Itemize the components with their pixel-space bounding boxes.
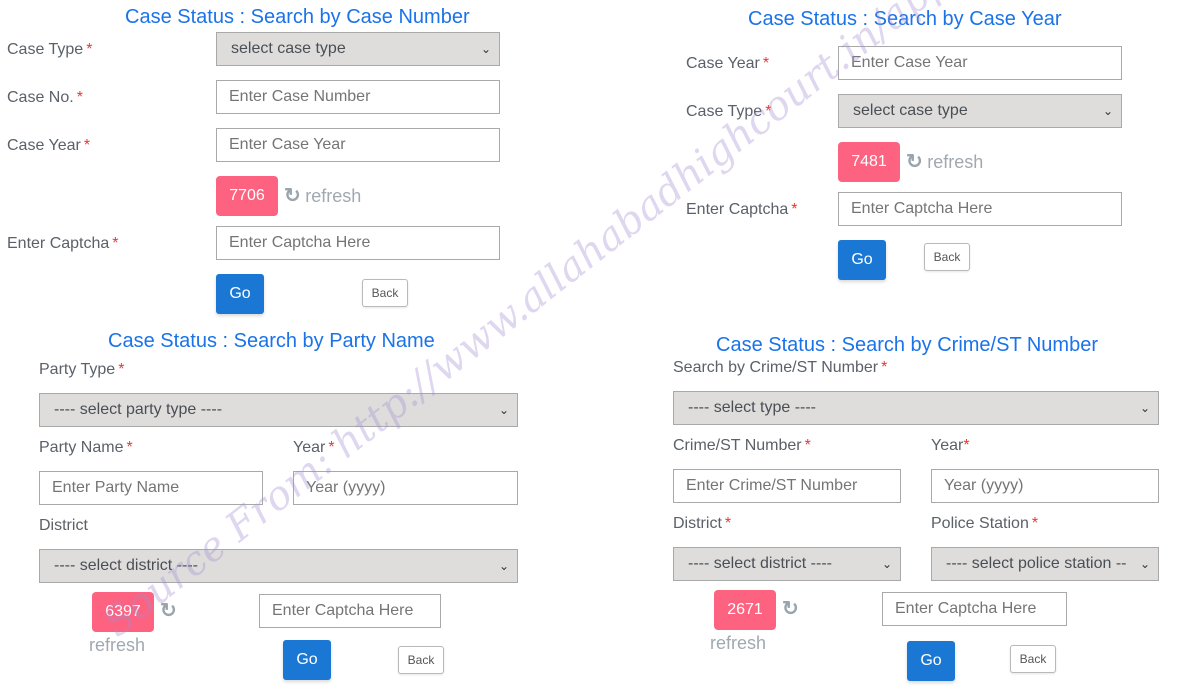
crime-number-label: Crime/ST Number * <box>673 437 811 454</box>
case-type-select[interactable]: select case type ⌄ <box>216 32 500 66</box>
case-number-input[interactable] <box>216 80 500 114</box>
chevron-down-icon: ⌄ <box>498 559 509 573</box>
panel-title: Case Status : Search by Party Name <box>108 330 435 352</box>
captcha-input[interactable] <box>882 592 1067 626</box>
back-button[interactable]: Back <box>362 279 408 307</box>
district-select[interactable]: ---- select district ---- ⌄ <box>39 549 518 583</box>
back-button[interactable]: Back <box>1010 645 1056 673</box>
case-year-input[interactable] <box>216 128 500 162</box>
police-station-label: Police Station * <box>931 515 1039 532</box>
party-type-label: Party Type * <box>39 361 125 378</box>
party-name-input[interactable] <box>39 471 263 505</box>
captcha-code: 7706 <box>216 176 278 216</box>
captcha-code: 7481 <box>838 142 900 182</box>
type-select[interactable]: ---- select type ---- ⌄ <box>673 391 1159 425</box>
refresh-icon[interactable]: ↻ <box>782 596 799 621</box>
chevron-down-icon: ⌄ <box>480 42 491 56</box>
chevron-down-icon: ⌄ <box>1139 401 1150 415</box>
refresh-icon: ↻ <box>284 185 301 207</box>
captcha-input[interactable] <box>216 226 500 260</box>
year-label: Year* <box>931 437 970 454</box>
party-type-select[interactable]: ---- select party type ---- ⌄ <box>39 393 518 427</box>
case-type-select[interactable]: select case type ⌄ <box>838 94 1122 128</box>
back-button[interactable]: Back <box>924 243 970 271</box>
go-button[interactable]: Go <box>907 641 955 681</box>
police-station-select[interactable]: ---- select police station -- ⌄ <box>931 547 1159 581</box>
panel-title: Case Status : Search by Case Year <box>748 8 1062 30</box>
chevron-down-icon: ⌄ <box>1102 104 1113 118</box>
case-no-label: Case No. * <box>7 89 83 106</box>
case-type-label: Case Type * <box>7 41 93 58</box>
refresh-icon[interactable]: ↻ <box>160 598 177 623</box>
district-label: District <box>39 517 88 534</box>
go-button[interactable]: Go <box>216 274 264 314</box>
party-name-label: Party Name * <box>39 439 133 456</box>
case-type-label: Case Type * <box>686 103 772 120</box>
year-label: Year* <box>293 439 335 456</box>
refresh-icon: ↻ <box>906 151 923 173</box>
year-input[interactable] <box>293 471 518 505</box>
go-button[interactable]: Go <box>283 640 331 680</box>
search-by-label: Search by Crime/ST Number * <box>673 359 888 376</box>
captcha-code: 2671 <box>714 590 776 630</box>
panel-title: Case Status : Search by Crime/ST Number <box>716 334 1098 356</box>
year-input[interactable] <box>931 469 1159 503</box>
captcha-input[interactable] <box>838 192 1122 226</box>
chevron-down-icon: ⌄ <box>881 557 892 571</box>
captcha-label: Enter Captcha * <box>686 201 798 218</box>
case-year-input[interactable] <box>838 46 1122 80</box>
captcha-label: Enter Captcha * <box>7 235 119 252</box>
case-year-label: Case Year * <box>7 137 91 154</box>
panel-title: Case Status : Search by Case Number <box>125 6 470 28</box>
captcha-input[interactable] <box>259 594 441 628</box>
go-button[interactable]: Go <box>838 240 886 280</box>
captcha-code: 6397 <box>92 592 154 632</box>
chevron-down-icon: ⌄ <box>498 403 509 417</box>
case-year-label: Case Year * <box>686 55 770 72</box>
refresh-captcha-button[interactable]: ↻ refresh <box>284 183 361 208</box>
district-select[interactable]: ---- select district ---- ⌄ <box>673 547 901 581</box>
back-button[interactable]: Back <box>398 646 444 674</box>
refresh-captcha-button[interactable]: ↻ refresh <box>906 149 983 174</box>
chevron-down-icon: ⌄ <box>1139 557 1150 571</box>
refresh-captcha-button[interactable]: refresh <box>710 633 766 654</box>
refresh-captcha-button[interactable]: refresh <box>89 635 145 656</box>
crime-number-input[interactable] <box>673 469 901 503</box>
district-label: District * <box>673 515 732 532</box>
